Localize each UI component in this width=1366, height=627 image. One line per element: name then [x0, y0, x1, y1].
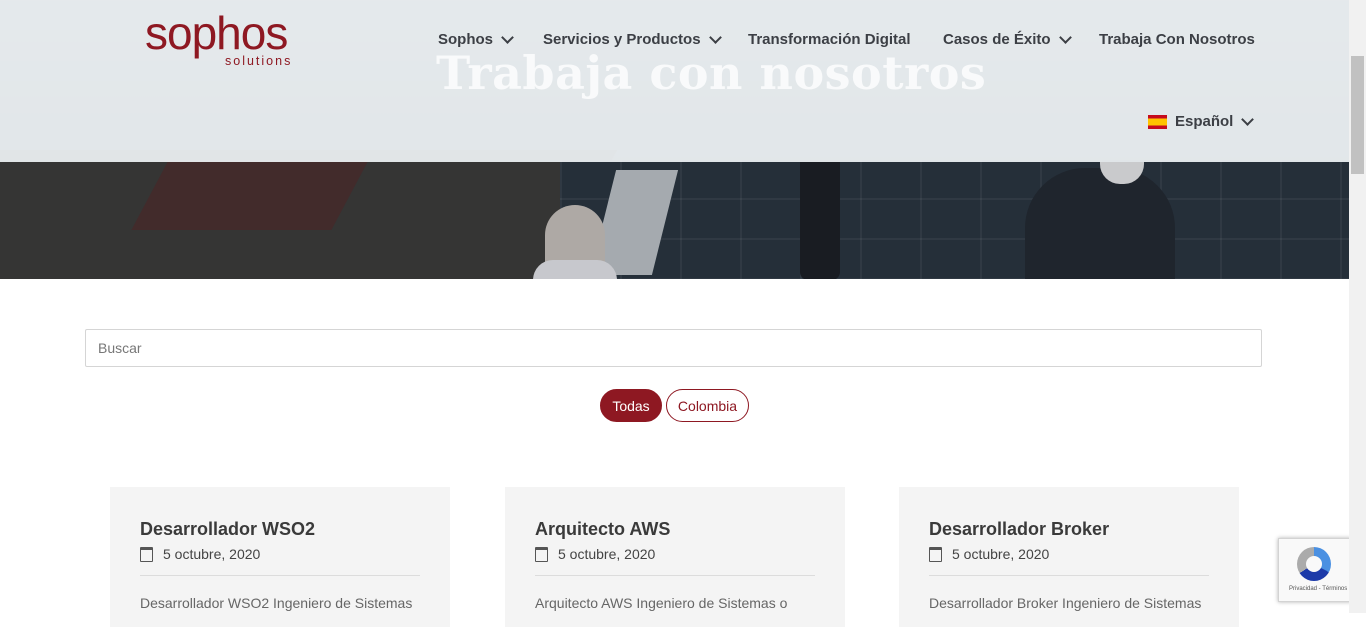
spain-flag-icon	[1148, 114, 1167, 129]
logo-subtitle: solutions	[225, 54, 293, 68]
job-date-text: 5 octubre, 2020	[952, 546, 1050, 562]
job-excerpt: Desarrollador Broker Ingeniero de Sistem…	[929, 595, 1202, 611]
job-date-text: 5 octubre, 2020	[558, 546, 656, 562]
job-excerpt: Arquitecto AWS Ingeniero de Sistemas o	[535, 595, 788, 611]
calendar-icon	[929, 546, 942, 562]
job-card[interactable]: Desarrollador WSO2 5 octubre, 2020 Desar…	[110, 487, 450, 627]
job-date: 5 octubre, 2020	[535, 546, 655, 562]
site-header: Trabaja con nosotros sophos solutions So…	[0, 0, 1349, 162]
filter-todas-button[interactable]: Todas	[600, 389, 662, 422]
chevron-down-icon	[708, 30, 722, 44]
chevron-down-icon	[1058, 30, 1072, 44]
language-label: Español	[1175, 113, 1234, 130]
divider	[140, 575, 420, 576]
recaptcha-icon	[1297, 547, 1331, 581]
calendar-icon	[140, 546, 153, 562]
divider	[535, 575, 815, 576]
job-date: 5 octubre, 2020	[929, 546, 1049, 562]
chevron-down-icon	[501, 30, 514, 44]
job-card[interactable]: Desarrollador Broker 5 octubre, 2020 Des…	[899, 487, 1239, 627]
nav-label: Transformación Digital	[748, 31, 911, 48]
main-nav: Sophos Servicios y Productos Transformac…	[0, 30, 1349, 53]
nav-item-trabaja[interactable]: Trabaja Con Nosotros	[1099, 31, 1255, 48]
nav-item-casos[interactable]: Casos de Éxito	[943, 30, 1072, 48]
job-title[interactable]: Desarrollador WSO2	[140, 519, 315, 540]
job-date-text: 5 octubre, 2020	[163, 546, 261, 562]
scrollbar-thumb[interactable]	[1351, 56, 1364, 174]
recaptcha-badge[interactable]: Privacidad - Términos	[1278, 538, 1352, 602]
nav-item-servicios[interactable]: Servicios y Productos	[543, 30, 722, 48]
nav-label: Sophos	[438, 31, 493, 48]
filter-colombia-button[interactable]: Colombia	[666, 389, 749, 422]
job-title[interactable]: Desarrollador Broker	[929, 519, 1109, 540]
chevron-down-icon	[1241, 112, 1255, 126]
job-card[interactable]: Arquitecto AWS 5 octubre, 2020 Arquitect…	[505, 487, 845, 627]
recaptcha-text[interactable]: Privacidad - Términos	[1289, 586, 1347, 592]
calendar-icon	[535, 546, 548, 562]
nav-label: Servicios y Productos	[543, 31, 701, 48]
hero-title: Trabaja con nosotros	[436, 46, 987, 100]
search-input[interactable]	[85, 329, 1262, 367]
nav-item-sophos[interactable]: Sophos	[438, 30, 514, 48]
nav-label: Trabaja Con Nosotros	[1099, 31, 1255, 48]
job-title[interactable]: Arquitecto AWS	[535, 519, 670, 540]
nav-label: Casos de Éxito	[943, 31, 1051, 48]
job-excerpt: Desarrollador WSO2 Ingeniero de Sistemas	[140, 595, 413, 611]
divider	[929, 575, 1209, 576]
job-date: 5 octubre, 2020	[140, 546, 260, 562]
nav-item-transformacion[interactable]: Transformación Digital	[748, 31, 911, 48]
language-selector[interactable]: Español	[1148, 112, 1255, 130]
